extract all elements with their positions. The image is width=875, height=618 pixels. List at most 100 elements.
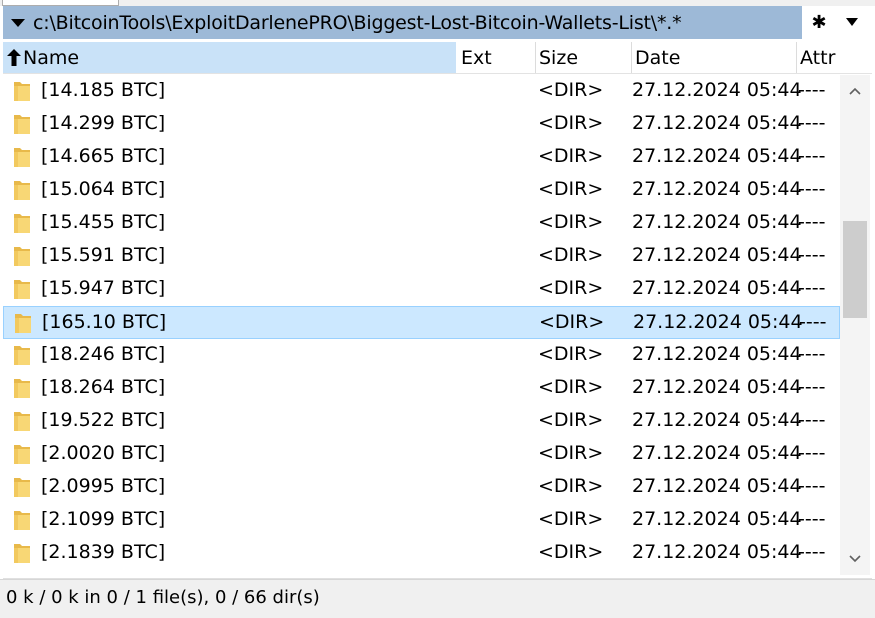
file-row[interactable]: [2.1839 BTC] <DIR> 27.12.2024 05:44 ---- (3, 537, 840, 570)
file-attr: ---- (798, 277, 826, 299)
folder-icon (12, 376, 32, 400)
file-name: [15.591 BTC] (41, 244, 166, 266)
file-name: [18.246 BTC] (41, 343, 166, 365)
file-attr: ---- (798, 211, 826, 233)
history-dropdown-button[interactable] (838, 8, 866, 36)
file-size: <DIR> (538, 541, 604, 563)
file-size: <DIR> (538, 178, 604, 200)
scrollbar-thumb[interactable] (843, 221, 867, 318)
chevron-up-icon (849, 87, 861, 95)
file-name: [14.665 BTC] (41, 145, 166, 167)
file-row[interactable]: [15.591 BTC] <DIR> 27.12.2024 05:44 ---- (3, 240, 840, 273)
file-attr: ---- (798, 178, 826, 200)
file-name: [14.299 BTC] (41, 112, 166, 134)
file-row[interactable]: [14.299 BTC] <DIR> 27.12.2024 05:44 ---- (3, 108, 840, 141)
vertical-scrollbar[interactable] (840, 75, 870, 575)
scroll-down-button[interactable] (840, 543, 870, 575)
file-attr: ---- (799, 311, 827, 333)
chevron-down-icon (846, 18, 858, 26)
folder-icon (12, 442, 32, 466)
file-date: 27.12.2024 05:44 (632, 343, 802, 365)
file-name: [2.1099 BTC] (41, 508, 166, 530)
file-row[interactable]: [14.185 BTC] <DIR> 27.12.2024 05:44 ---- (3, 75, 840, 108)
file-size: <DIR> (538, 343, 604, 365)
file-attr: ---- (798, 442, 826, 464)
column-header-name-label: Name (23, 46, 80, 69)
file-attr: ---- (798, 541, 826, 563)
column-header-size[interactable]: Size (536, 42, 632, 73)
file-size: <DIR> (538, 211, 604, 233)
file-date: 27.12.2024 05:44 (632, 112, 802, 134)
folder-icon (12, 277, 32, 301)
file-attr: ---- (798, 112, 826, 134)
file-size: <DIR> (538, 508, 604, 530)
file-name: [15.455 BTC] (41, 211, 166, 233)
file-attr: ---- (798, 79, 826, 101)
file-attr: ---- (798, 376, 826, 398)
status-bar: 0 k / 0 k in 0 / 1 file(s), 0 / 66 dir(s… (0, 579, 875, 618)
file-date: 27.12.2024 05:44 (632, 211, 802, 233)
column-header-name[interactable]: Name (3, 42, 456, 73)
file-name: [2.0020 BTC] (41, 442, 166, 464)
file-name: [2.0995 BTC] (41, 475, 166, 497)
file-date: 27.12.2024 05:44 (632, 178, 802, 200)
sort-ascending-arrow-icon (7, 49, 21, 66)
column-header-date[interactable]: Date (632, 42, 797, 73)
file-size: <DIR> (538, 244, 604, 266)
file-row[interactable]: [14.665 BTC] <DIR> 27.12.2024 05:44 ---- (3, 141, 840, 174)
file-size: <DIR> (538, 79, 604, 101)
folder-icon (12, 79, 32, 103)
folder-icon (12, 508, 32, 532)
file-date: 27.12.2024 05:44 (632, 508, 802, 530)
chevron-down-icon (849, 555, 861, 563)
file-name: [14.185 BTC] (41, 79, 166, 101)
folder-icon (12, 541, 32, 565)
folder-icon (12, 145, 32, 169)
file-date: 27.12.2024 05:44 (632, 541, 802, 563)
file-name: [165.10 BTC] (42, 311, 167, 333)
folder-icon (12, 112, 32, 136)
file-attr: ---- (798, 475, 826, 497)
column-header-attr[interactable]: Attr (797, 42, 872, 73)
file-row[interactable]: [15.455 BTC] <DIR> 27.12.2024 05:44 ---- (3, 207, 840, 240)
file-row[interactable]: [15.064 BTC] <DIR> 27.12.2024 05:44 ---- (3, 174, 840, 207)
folder-icon (12, 244, 32, 268)
file-date: 27.12.2024 05:44 (632, 475, 802, 497)
file-row[interactable]: [2.1099 BTC] <DIR> 27.12.2024 05:44 ---- (3, 504, 840, 537)
file-date: 27.12.2024 05:44 (632, 244, 802, 266)
file-row[interactable]: [165.10 BTC] <DIR> 27.12.2024 05:44 ---- (3, 306, 840, 339)
file-name: [2.1839 BTC] (41, 541, 166, 563)
folder-icon (13, 311, 33, 335)
history-dropdown-icon[interactable] (10, 18, 26, 28)
file-size: <DIR> (538, 145, 604, 167)
folder-icon (12, 211, 32, 235)
file-date: 27.12.2024 05:44 (632, 409, 802, 431)
folder-icon (12, 409, 32, 433)
path-bar[interactable]: c:\BitcoinTools\ExploitDarlenePRO\Bigges… (3, 6, 802, 39)
file-row[interactable]: [19.522 BTC] <DIR> 27.12.2024 05:44 ---- (3, 405, 840, 438)
file-size: <DIR> (538, 442, 604, 464)
folder-icon (12, 475, 32, 499)
file-attr: ---- (798, 145, 826, 167)
file-date: 27.12.2024 05:44 (632, 277, 802, 299)
file-row[interactable]: [18.264 BTC] <DIR> 27.12.2024 05:44 ---- (3, 372, 840, 405)
file-name: [15.064 BTC] (41, 178, 166, 200)
file-attr: ---- (798, 244, 826, 266)
file-size: <DIR> (538, 376, 604, 398)
scroll-up-button[interactable] (840, 75, 870, 107)
file-size: <DIR> (538, 277, 604, 299)
favorites-star-button[interactable]: ✱ (806, 8, 832, 36)
file-row[interactable]: [18.246 BTC] <DIR> 27.12.2024 05:44 ---- (3, 339, 840, 372)
file-size: <DIR> (538, 112, 604, 134)
folder-icon (12, 178, 32, 202)
file-name: [19.522 BTC] (41, 409, 166, 431)
column-header-ext[interactable]: Ext (457, 42, 536, 73)
file-list[interactable]: [14.185 BTC] <DIR> 27.12.2024 05:44 ---- [14… (3, 75, 840, 575)
file-row[interactable]: [2.0995 BTC] <DIR> 27.12.2024 05:44 ---- (3, 471, 840, 504)
file-size: <DIR> (538, 475, 604, 497)
file-date: 27.12.2024 05:44 (632, 442, 802, 464)
file-row[interactable]: [15.947 BTC] <DIR> 27.12.2024 05:44 ---- (3, 273, 840, 306)
file-date: 27.12.2024 05:44 (632, 376, 802, 398)
file-row[interactable]: [2.0020 BTC] <DIR> 27.12.2024 05:44 ---- (3, 438, 840, 471)
header-divider (3, 73, 872, 74)
